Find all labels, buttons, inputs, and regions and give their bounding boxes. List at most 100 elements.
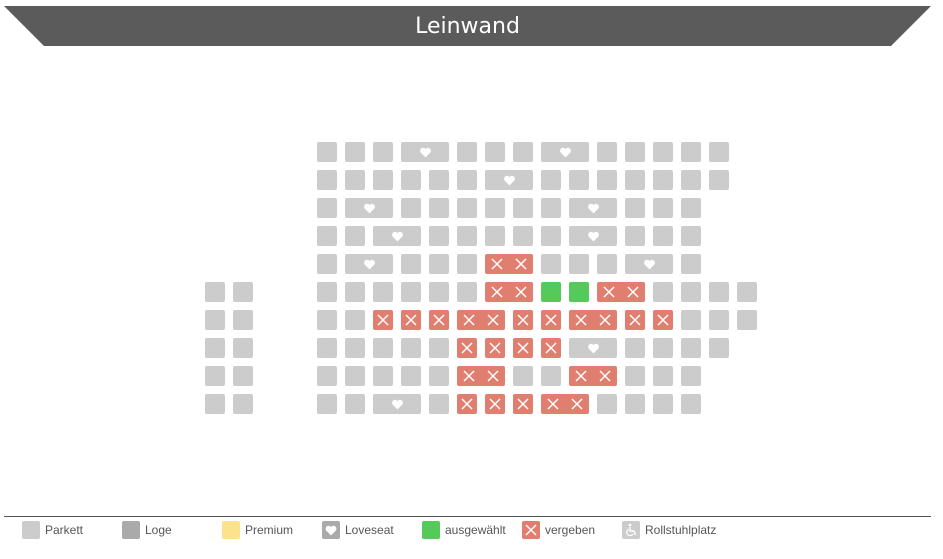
seat[interactable] (429, 198, 449, 218)
loveseat[interactable] (401, 142, 449, 162)
seat[interactable] (401, 282, 421, 302)
seat[interactable] (709, 142, 729, 162)
seat[interactable] (681, 170, 701, 190)
seat[interactable] (485, 226, 505, 246)
seat[interactable] (681, 254, 701, 274)
seat[interactable] (401, 170, 421, 190)
seat[interactable] (737, 310, 757, 330)
seat[interactable] (597, 254, 617, 274)
seat[interactable] (513, 226, 533, 246)
loveseat[interactable] (569, 226, 617, 246)
side-seat[interactable] (233, 338, 253, 358)
seat-taken[interactable] (485, 338, 505, 358)
seat[interactable] (709, 310, 729, 330)
seat[interactable] (345, 170, 365, 190)
seat[interactable] (681, 310, 701, 330)
seat-selected[interactable] (541, 282, 561, 302)
seat[interactable] (457, 198, 477, 218)
side-seat[interactable] (233, 394, 253, 414)
seat[interactable] (345, 310, 365, 330)
seat-taken[interactable] (653, 310, 673, 330)
seat[interactable] (317, 198, 337, 218)
seat[interactable] (373, 170, 393, 190)
loveseat[interactable] (373, 394, 421, 414)
seat[interactable] (653, 170, 673, 190)
seat[interactable] (513, 366, 533, 386)
seat[interactable] (681, 198, 701, 218)
side-seat[interactable] (205, 282, 225, 302)
seat[interactable] (457, 226, 477, 246)
seat-taken[interactable] (625, 310, 645, 330)
seat[interactable] (541, 254, 561, 274)
seat[interactable] (345, 282, 365, 302)
side-seat[interactable] (205, 394, 225, 414)
seat[interactable] (317, 394, 337, 414)
seat[interactable] (625, 338, 645, 358)
seat[interactable] (429, 338, 449, 358)
seat-taken[interactable] (513, 338, 533, 358)
loveseat-taken[interactable] (457, 310, 505, 330)
seat[interactable] (317, 338, 337, 358)
loveseat-taken[interactable] (457, 366, 505, 386)
seat[interactable] (317, 226, 337, 246)
seat[interactable] (597, 142, 617, 162)
seat[interactable] (541, 366, 561, 386)
seat-taken[interactable] (541, 310, 561, 330)
seat[interactable] (625, 170, 645, 190)
side-seat[interactable] (233, 366, 253, 386)
seat[interactable] (653, 226, 673, 246)
seat[interactable] (317, 366, 337, 386)
seat[interactable] (373, 142, 393, 162)
seat[interactable] (317, 310, 337, 330)
seat[interactable] (401, 366, 421, 386)
seat[interactable] (457, 282, 477, 302)
seat[interactable] (401, 338, 421, 358)
seat[interactable] (681, 282, 701, 302)
seat-taken[interactable] (541, 338, 561, 358)
side-seat[interactable] (205, 338, 225, 358)
seat[interactable] (457, 254, 477, 274)
seat[interactable] (485, 142, 505, 162)
seat[interactable] (681, 226, 701, 246)
seat[interactable] (681, 366, 701, 386)
seat[interactable] (317, 282, 337, 302)
seat[interactable] (429, 226, 449, 246)
seat-taken[interactable] (401, 310, 421, 330)
seat[interactable] (653, 142, 673, 162)
seat[interactable] (345, 394, 365, 414)
loveseat[interactable] (485, 170, 533, 190)
seat[interactable] (653, 338, 673, 358)
seat[interactable] (737, 282, 757, 302)
seat[interactable] (597, 170, 617, 190)
seat[interactable] (345, 366, 365, 386)
seat[interactable] (625, 142, 645, 162)
seat[interactable] (345, 338, 365, 358)
loveseat-taken[interactable] (485, 254, 533, 274)
loveseat[interactable] (345, 198, 393, 218)
seat[interactable] (457, 142, 477, 162)
side-seat[interactable] (205, 310, 225, 330)
seat[interactable] (681, 394, 701, 414)
seat[interactable] (625, 198, 645, 218)
loveseat[interactable] (625, 254, 673, 274)
loveseat[interactable] (569, 338, 617, 358)
seat[interactable] (597, 394, 617, 414)
seat[interactable] (317, 254, 337, 274)
seat[interactable] (345, 142, 365, 162)
seat-taken[interactable] (429, 310, 449, 330)
seat[interactable] (429, 254, 449, 274)
seat[interactable] (401, 198, 421, 218)
loveseat-taken[interactable] (569, 366, 617, 386)
seat-taken[interactable] (457, 338, 477, 358)
seat[interactable] (429, 170, 449, 190)
seat[interactable] (653, 282, 673, 302)
seat[interactable] (345, 226, 365, 246)
seat[interactable] (709, 338, 729, 358)
seat[interactable] (457, 170, 477, 190)
seat[interactable] (429, 366, 449, 386)
seat[interactable] (541, 198, 561, 218)
seat[interactable] (681, 142, 701, 162)
seat[interactable] (681, 338, 701, 358)
loveseat-taken[interactable] (597, 282, 645, 302)
seat-taken[interactable] (513, 394, 533, 414)
